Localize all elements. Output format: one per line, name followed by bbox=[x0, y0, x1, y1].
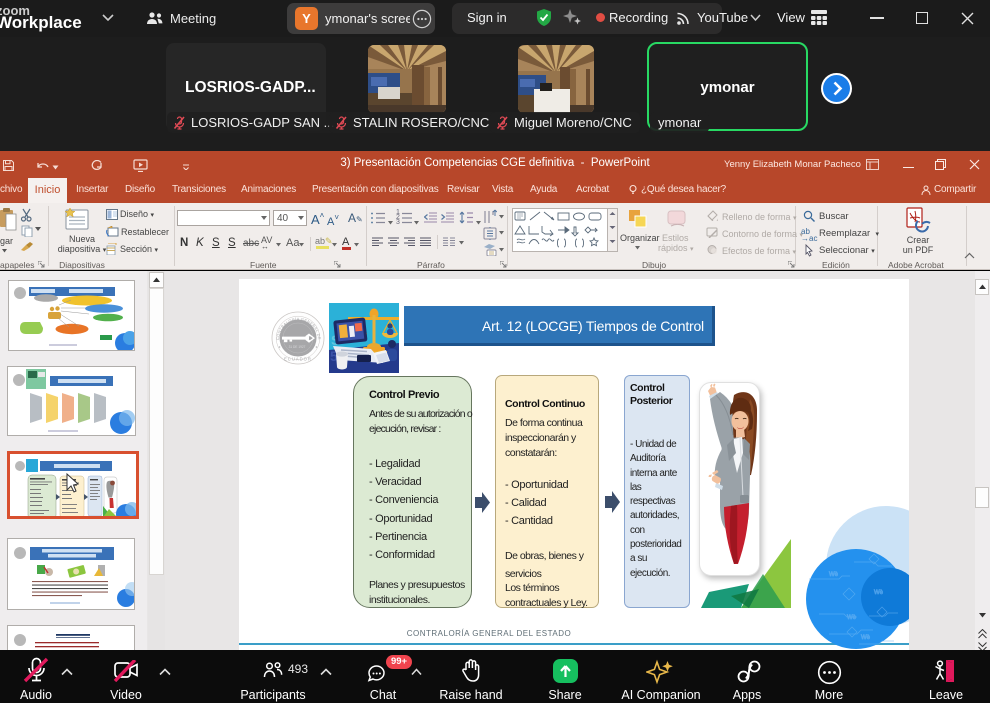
svg-text:31 DE 1927: 31 DE 1927 bbox=[289, 345, 306, 349]
svg-text:Wè: Wè bbox=[874, 590, 884, 596]
svg-text:Wè: Wè bbox=[861, 635, 871, 641]
svg-text:Wè: Wè bbox=[847, 615, 857, 621]
svg-text:ECUADOR: ECUADOR bbox=[284, 357, 312, 362]
svg-text:Wè: Wè bbox=[829, 572, 839, 578]
